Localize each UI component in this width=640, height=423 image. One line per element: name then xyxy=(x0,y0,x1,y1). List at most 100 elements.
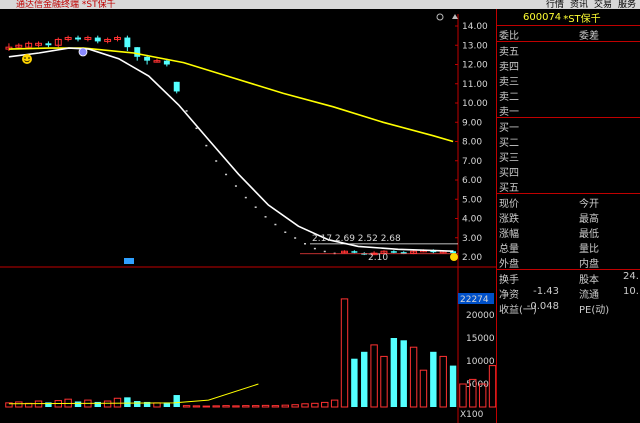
volume-bar xyxy=(419,369,428,408)
chart-area[interactable]: 14.00 13.00 12.00 11.00 10.00 9.00 8.00 7.00 6.0… xyxy=(0,9,496,423)
stat-label: 股本 xyxy=(579,275,599,286)
candle xyxy=(205,144,208,147)
stat-value: 10. xyxy=(623,286,639,297)
buy-level-label: 买五 xyxy=(499,183,519,194)
quote-row: 涨幅 最低 xyxy=(497,224,640,240)
candle xyxy=(244,196,247,199)
volume-bar xyxy=(45,402,52,407)
candle xyxy=(254,206,257,208)
sell-row[interactable]: 卖五 xyxy=(497,42,640,58)
sell-row[interactable]: 卖二 xyxy=(497,87,640,103)
volume-bar xyxy=(261,404,270,408)
volume-bar xyxy=(449,365,457,407)
stat-value: 24. xyxy=(623,271,639,282)
volume-bar xyxy=(242,405,250,408)
volume-bar xyxy=(330,399,339,408)
event-marker-icon xyxy=(124,258,134,264)
volume-bar xyxy=(15,401,23,408)
candlestick-chart[interactable]: 14.00 13.00 12.00 11.00 10.00 9.00 8.00 7.00 6.0… xyxy=(0,9,496,423)
stat-label: 最高 xyxy=(579,214,599,225)
stock-code: 600074 xyxy=(523,11,562,23)
volume-bar xyxy=(291,404,299,408)
candle xyxy=(274,223,277,226)
title-bar: 通达信金融终端 *ST保千 行情 资讯 交易 服务 xyxy=(0,0,640,9)
order-ratio-row: 委比 委差 xyxy=(497,26,640,42)
menu-info[interactable]: 资讯 xyxy=(570,0,588,9)
buy-orders: 买一 买二 买三 买四 买五 xyxy=(497,118,640,194)
stat-label: 外盘 xyxy=(499,259,519,270)
volume-bar xyxy=(94,401,101,407)
menu-service[interactable]: 服务 xyxy=(618,0,636,9)
volume-bar xyxy=(212,405,220,408)
volume-bar xyxy=(173,395,180,407)
window-title: 通达信金融终端 *ST保千 xyxy=(16,0,116,9)
finance-stats: 换手 股本 24. 净资 -1.43 流通 10. 收益(一) -0.048 P… xyxy=(497,270,640,316)
volume-bar xyxy=(134,401,141,407)
candle xyxy=(163,60,170,65)
candle xyxy=(264,216,267,218)
sell-level-label: 卖二 xyxy=(499,92,519,103)
candle xyxy=(313,247,316,250)
volume-bar xyxy=(439,355,447,408)
volume-bar xyxy=(370,344,378,408)
ma-yellow-line xyxy=(8,47,454,143)
stat-label: 总量 xyxy=(499,244,519,255)
settings-icon[interactable] xyxy=(436,13,444,21)
finance-row: 净资 -1.43 流通 10. xyxy=(497,285,640,301)
stat-label: 量比 xyxy=(579,244,599,255)
price-tick-label: 3.00 xyxy=(462,234,482,244)
stat-label: PE(动) xyxy=(579,305,610,316)
buy-row[interactable]: 买二 xyxy=(497,133,640,149)
stat-label: 涨幅 xyxy=(499,229,519,240)
stat-label: 今开 xyxy=(579,199,599,210)
volume-bar xyxy=(182,405,191,408)
finance-row: 收益(一) -0.048 PE(动) xyxy=(497,300,640,316)
order-ratio-label: 委比 xyxy=(499,31,519,42)
candle xyxy=(195,127,198,130)
menu-quotes[interactable]: 行情 xyxy=(546,0,564,9)
low-price-annotation: 2.10 xyxy=(368,253,388,263)
order-diff-label: 委差 xyxy=(579,31,599,42)
buy-row[interactable]: 买五 xyxy=(497,178,640,194)
volume-bar xyxy=(340,298,349,408)
volume-unit-label: X100 xyxy=(460,410,484,420)
sell-row[interactable]: 卖四 xyxy=(497,57,640,73)
volume-bar xyxy=(409,346,418,408)
volume-bar xyxy=(361,351,368,407)
volume-bar xyxy=(113,397,122,408)
buy-level-label: 买二 xyxy=(499,138,519,149)
volume-bar xyxy=(301,403,309,408)
volume-bar xyxy=(232,405,240,408)
stat-value: -0.048 xyxy=(526,301,559,312)
ma-white-line xyxy=(8,47,454,252)
candle xyxy=(45,43,52,46)
stat-label: 内盘 xyxy=(579,259,599,270)
smiley-marker-icon xyxy=(22,54,32,64)
ma-volume-line xyxy=(8,383,259,405)
ma-values-annotation: 2.17 2.69 2.52 2.68 xyxy=(312,234,401,244)
sell-row[interactable]: 卖一 xyxy=(497,102,640,118)
menu-trade[interactable]: 交易 xyxy=(594,0,612,9)
volume-bar xyxy=(400,340,407,407)
candle xyxy=(351,251,358,253)
volume-bar xyxy=(488,365,496,408)
buy-row[interactable]: 买四 xyxy=(497,163,640,179)
price-tick-label: 14.00 xyxy=(462,22,488,32)
quote-row: 外盘 内盘 xyxy=(497,254,640,270)
price-tick-label: 12.00 xyxy=(462,61,488,71)
buy-row[interactable]: 买三 xyxy=(497,148,640,164)
volume-bar xyxy=(222,405,230,408)
sell-row[interactable]: 卖三 xyxy=(497,72,640,88)
volume-bar xyxy=(351,358,358,407)
volume-bar xyxy=(380,355,388,408)
candle xyxy=(390,251,397,253)
buy-row[interactable]: 买一 xyxy=(497,118,640,134)
volume-bar xyxy=(281,404,289,408)
quote-panel: 600074 *ST保千 委比 委差 卖五 卖四 卖三 卖二 卖一 买一 买二 … xyxy=(496,9,640,423)
scroll-up-icon[interactable] xyxy=(452,14,458,19)
price-tick-label: 11.00 xyxy=(462,80,488,90)
volume-tick-label: 15000 xyxy=(466,334,495,344)
quote-row: 涨跌 最高 xyxy=(497,209,640,225)
volume-bar xyxy=(311,402,319,408)
buy-level-label: 买四 xyxy=(499,168,519,179)
